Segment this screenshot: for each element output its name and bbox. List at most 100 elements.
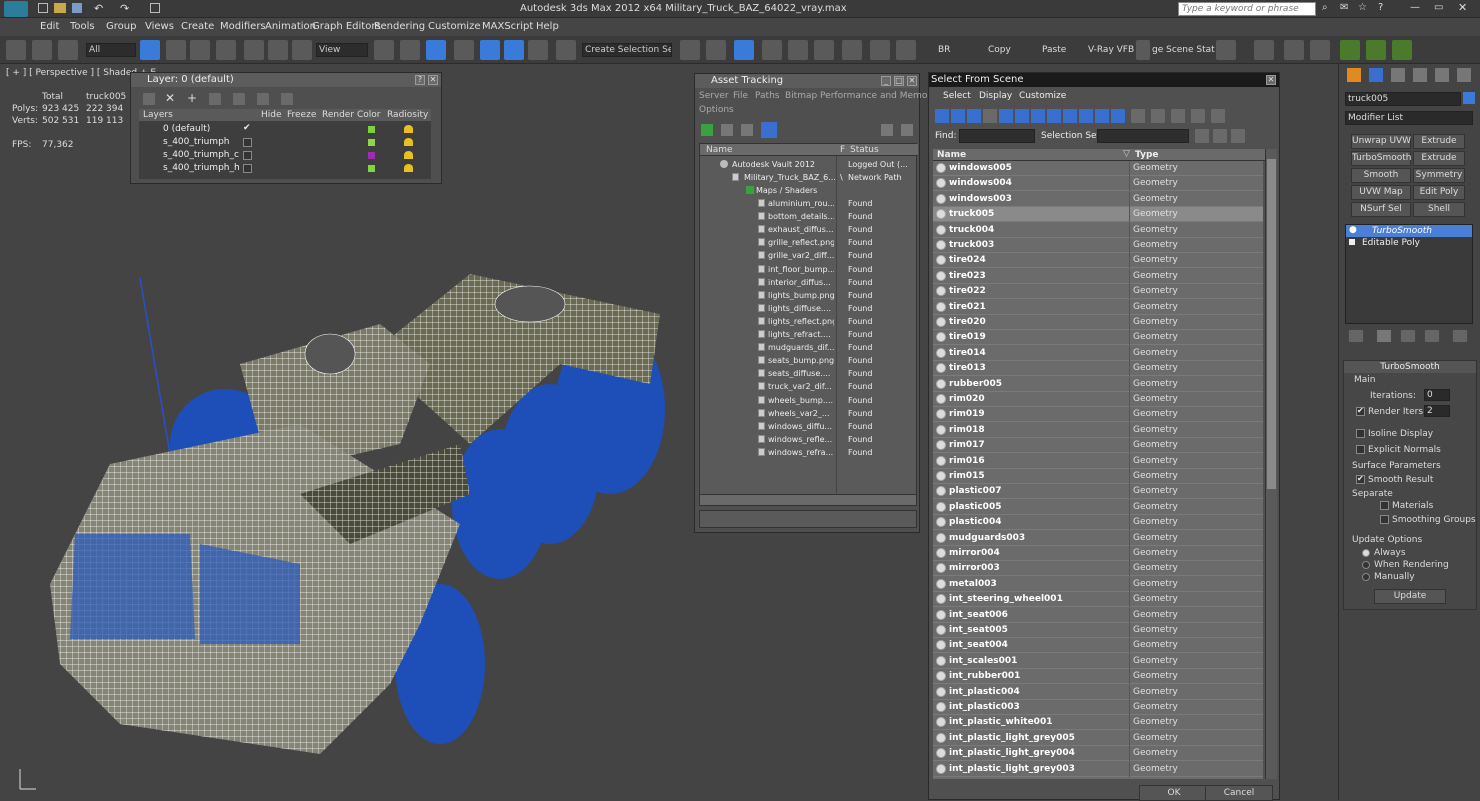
sfs-object-row[interactable]: rubber005 Geometry xyxy=(933,376,1263,392)
sfs-object-row[interactable]: tire023 Geometry xyxy=(933,268,1263,284)
sfs-object-row[interactable]: int_scales001 Geometry xyxy=(933,653,1263,669)
help-icon[interactable]: ? xyxy=(1378,2,1383,13)
paste-button[interactable]: Paste xyxy=(1042,45,1066,55)
sfs-object-row[interactable]: mirror003 Geometry xyxy=(933,561,1263,577)
freeze-all-layers-icon[interactable] xyxy=(281,93,293,105)
sfs-object-row[interactable]: rim019 Geometry xyxy=(933,407,1263,423)
sfs-object-row[interactable]: tire014 Geometry xyxy=(933,345,1263,361)
asset-file-row[interactable]: bottom_details.... Found xyxy=(700,210,918,223)
layer-panel-close-icon[interactable]: ✕ xyxy=(428,75,438,85)
filter-lights-icon[interactable] xyxy=(967,109,981,123)
filter-funnel-icon[interactable] xyxy=(1191,109,1205,123)
manually-radio[interactable] xyxy=(1362,573,1370,581)
pin-stack-icon[interactable] xyxy=(1349,330,1363,342)
edit-named-selection-icon[interactable] xyxy=(556,40,576,60)
remove-modifier-icon[interactable] xyxy=(1425,330,1439,342)
move-icon[interactable] xyxy=(244,40,264,60)
project-folder-icon[interactable] xyxy=(150,3,160,13)
sfs-set-remove-icon[interactable] xyxy=(1213,129,1227,143)
sfs-object-row[interactable]: truck004 Geometry xyxy=(933,222,1263,238)
tool-icon[interactable] xyxy=(1310,40,1330,60)
sfs-object-row[interactable]: tire019 Geometry xyxy=(933,330,1263,346)
sfs-object-row[interactable]: int_seat004 Geometry xyxy=(933,638,1263,654)
list-view-icon[interactable] xyxy=(721,124,733,136)
asset-col-flag[interactable]: F xyxy=(840,145,845,155)
binoculars-icon[interactable]: ⌕ xyxy=(1322,2,1328,13)
sfs-object-row[interactable]: tire024 Geometry xyxy=(933,253,1263,269)
delete-layer-icon[interactable]: ✕ xyxy=(165,91,175,105)
quick-render-icon[interactable] xyxy=(1254,40,1274,60)
new-file-icon[interactable] xyxy=(38,3,48,13)
filter-cameras-icon[interactable] xyxy=(983,109,997,123)
configure-sets-icon[interactable] xyxy=(1453,330,1467,342)
filter-geometry-icon[interactable] xyxy=(935,109,949,123)
layer-row[interactable]: 0 (default) ✔ xyxy=(139,123,431,136)
highlight-layer-icon[interactable] xyxy=(233,93,245,105)
asset-file-row[interactable]: int_floor_bump... Found xyxy=(700,263,918,276)
asset-maps-folder-row[interactable]: Maps / Shaders xyxy=(700,184,918,197)
maximize-icon[interactable]: ▭ xyxy=(1434,2,1443,13)
radiosity-icon[interactable] xyxy=(404,164,413,172)
col-color[interactable]: Color xyxy=(357,110,381,120)
asset-tracking-panel[interactable]: Asset Tracking _ □ ✕ Server File Paths B… xyxy=(694,73,936,533)
layer-row[interactable]: s_400_triumph xyxy=(139,136,431,149)
selection-filter-dropdown[interactable]: All xyxy=(86,43,136,57)
curve-editor-icon[interactable] xyxy=(788,40,808,60)
asset-file-row[interactable]: wheels_var2_... Found xyxy=(700,407,918,420)
pivot-center-icon[interactable] xyxy=(374,40,394,60)
asset-file-row[interactable]: aluminium_rou... Found xyxy=(700,197,918,210)
turbosmooth-button[interactable]: TurboSmooth xyxy=(1351,151,1411,166)
filter-frozen-icon[interactable] xyxy=(1095,109,1109,123)
asset-file-row[interactable]: windows_refra... Found xyxy=(700,446,918,459)
asset-maxfile-row[interactable]: Military_Truck_BAZ_6... \ Network Path xyxy=(700,171,918,184)
asset-settings-icon[interactable] xyxy=(901,124,913,136)
snaps-toggle-icon[interactable] xyxy=(454,40,474,60)
asset-file-row[interactable]: windows_refle... Found xyxy=(700,433,918,446)
asset-file-row[interactable]: seats_bump.png Found xyxy=(700,354,918,367)
motion-tab-icon[interactable] xyxy=(1413,68,1427,82)
schematic-view-icon[interactable] xyxy=(814,40,834,60)
vray-vfb-button[interactable]: V-Ray VFB xyxy=(1088,45,1134,55)
sfs-object-row[interactable]: rim017 Geometry xyxy=(933,438,1263,454)
angle-snap-icon[interactable] xyxy=(480,40,500,60)
asset-file-row[interactable]: lights_reflect.png Found xyxy=(700,315,918,328)
filter-bones-icon[interactable] xyxy=(1063,109,1077,123)
sfs-scrollbar[interactable] xyxy=(1265,149,1277,779)
sfs-object-row[interactable]: int_steering_wheel001 Geometry xyxy=(933,592,1263,608)
asset-menu-options[interactable]: Options xyxy=(699,105,734,115)
asset-vault-row[interactable]: Autodesk Vault 2012 Logged Out (... xyxy=(700,158,918,171)
make-unique-icon[interactable] xyxy=(1401,330,1415,342)
asset-menu-bitmap[interactable]: Bitmap Performance and Memory xyxy=(785,91,936,101)
copy-button[interactable]: Copy xyxy=(988,45,1011,55)
modify-tab-icon[interactable] xyxy=(1369,68,1383,82)
thumbnail-view-icon[interactable] xyxy=(741,124,753,136)
hide-all-layers-icon[interactable] xyxy=(257,93,269,105)
materials-checkbox[interactable] xyxy=(1380,501,1389,510)
green-tool-a-icon[interactable] xyxy=(1340,40,1360,60)
unlink-icon[interactable] xyxy=(32,40,52,60)
smoothing-groups-checkbox[interactable] xyxy=(1380,515,1389,524)
select-all-icon[interactable] xyxy=(1131,109,1145,123)
layer-current-checkbox[interactable] xyxy=(243,151,252,160)
add-to-layer-icon[interactable]: + xyxy=(187,91,197,105)
asset-help-icon[interactable] xyxy=(881,124,893,136)
align-icon[interactable] xyxy=(706,40,726,60)
select-from-scene-dialog[interactable]: Select From Scene ✕ Select Display Custo… xyxy=(928,72,1280,801)
sfs-object-row[interactable]: plastic005 Geometry xyxy=(933,499,1263,515)
always-radio[interactable] xyxy=(1362,549,1370,557)
expand-icon[interactable] xyxy=(1349,239,1355,245)
layer-manager-icon[interactable] xyxy=(734,40,754,60)
isoline-display-checkbox[interactable] xyxy=(1356,429,1365,438)
minimize-icon[interactable]: — xyxy=(1410,2,1420,13)
edit-poly-button[interactable]: Edit Poly xyxy=(1413,185,1465,200)
modifier-list-dropdown[interactable]: Modifier List xyxy=(1345,111,1473,125)
favorites-star-icon[interactable]: ☆ xyxy=(1358,2,1367,13)
save-file-icon[interactable] xyxy=(72,3,82,13)
sfs-cancel-button[interactable]: Cancel xyxy=(1205,785,1273,801)
sfs-object-row[interactable]: int_plastic003 Geometry xyxy=(933,700,1263,715)
col-render[interactable]: Render xyxy=(322,110,354,120)
sfs-object-row[interactable]: rim018 Geometry xyxy=(933,422,1263,438)
rectangular-selection-icon[interactable] xyxy=(190,40,210,60)
asset-file-row[interactable]: interior_diffus... Found xyxy=(700,276,918,289)
menu-modifiers[interactable]: Modifiers xyxy=(220,21,266,32)
